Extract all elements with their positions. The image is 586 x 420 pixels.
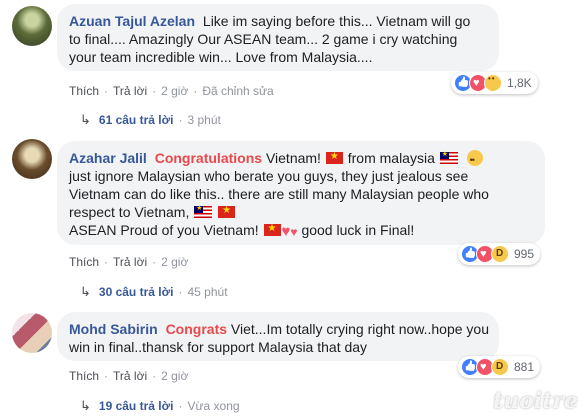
comment-text: Vietnam! — [265, 150, 321, 166]
comment-text: Viet...Im totally crying right now..hope… — [230, 321, 490, 337]
haha-icon — [491, 245, 509, 263]
comment-author[interactable]: Azuan Tajul Azelan — [69, 13, 195, 29]
reaction-summary[interactable]: 995 — [458, 243, 541, 265]
reaction-summary[interactable]: 881 — [458, 356, 541, 378]
comment-text: just ignore Malaysian who berate you guy… — [69, 168, 469, 184]
comment-text: win in final..thansk for support Malaysi… — [69, 339, 368, 355]
reply-time: Vừa xong — [187, 399, 240, 413]
highlighted-word: Congratulations — [154, 150, 263, 166]
reaction-count: 995 — [514, 247, 535, 261]
sad-icon — [484, 74, 502, 92]
reaction-summary[interactable]: 1,8K — [451, 72, 538, 94]
comment-text: Vietnam can do like this.. there are sti… — [69, 186, 489, 202]
vietnam-flag-icon — [218, 203, 236, 219]
vietnam-flag-icon — [325, 149, 343, 165]
vietnam-flag-icon — [263, 221, 281, 237]
reply-count[interactable]: 61 câu trả lời — [99, 113, 174, 127]
comment-actions: Thích · Trả lời · 2 giờ · Đã chỉnh sửa — [69, 84, 274, 98]
reply-link[interactable]: Trả lời — [113, 369, 147, 383]
hearts-icon: ♥ — [290, 225, 298, 239]
smile-icon — [466, 150, 483, 169]
edited-label[interactable]: Đã chỉnh sửa — [202, 84, 273, 98]
reply-link[interactable]: Trả lời — [113, 255, 147, 269]
reply-count[interactable]: 19 câu trả lời — [99, 399, 174, 413]
avatar[interactable] — [12, 6, 52, 46]
comment-time[interactable]: 2 giờ — [161, 84, 188, 98]
reply-link[interactable]: Trả lời — [113, 84, 147, 98]
highlighted-word: Congrats — [165, 321, 228, 337]
reply-arrow-icon: ↳ — [80, 398, 91, 413]
reaction-count: 1,8K — [507, 76, 532, 90]
reply-time: 45 phút — [187, 285, 228, 299]
haha-icon — [491, 358, 509, 376]
reply-count[interactable]: 30 câu trả lời — [99, 285, 174, 299]
comment-bubble: Mohd Sabirin Congrats Viet...Im totally … — [57, 312, 499, 361]
reply-arrow-icon: ↳ — [80, 112, 91, 127]
comment-text: from malaysia — [347, 150, 435, 166]
comment-author[interactable]: Azahar Jalil — [69, 150, 147, 166]
comment-author[interactable]: Mohd Sabirin — [69, 321, 158, 337]
view-replies[interactable]: ↳ 61 câu trả lời · 3 phút — [80, 112, 221, 128]
reply-arrow-icon: ↳ — [80, 284, 91, 299]
comment-bubble: Azuan Tajul Azelan Like im saying before… — [57, 4, 499, 71]
comment-actions: Thích · Trả lời · 2 giờ — [69, 255, 189, 269]
reply-time: 3 phút — [187, 113, 221, 127]
comment-text: ASEAN Proud of you Vietnam! — [69, 222, 259, 238]
comment-time[interactable]: 2 giờ — [161, 369, 188, 383]
malaysia-flag-icon — [439, 149, 458, 164]
comment-text: respect to Vietnam, — [69, 204, 190, 220]
avatar[interactable] — [12, 139, 52, 179]
comment-bubble: Azahar Jalil Congratulations Vietnam! fr… — [57, 141, 545, 245]
malaysia-flag-icon — [194, 203, 213, 218]
comment-text: good luck in Final! — [301, 222, 415, 238]
tuoitre-watermark: tuoitre — [493, 388, 578, 414]
comment-actions: Thích · Trả lời · 2 giờ — [69, 369, 189, 383]
view-replies[interactable]: ↳ 30 câu trả lời · 45 phút — [80, 284, 228, 300]
like-link[interactable]: Thích — [69, 84, 99, 98]
like-link[interactable]: Thích — [69, 369, 99, 383]
comment-time[interactable]: 2 giờ — [161, 255, 188, 269]
view-replies[interactable]: ↳ 19 câu trả lời · Vừa xong — [80, 398, 240, 414]
reaction-count: 881 — [514, 360, 535, 374]
avatar[interactable] — [12, 313, 52, 353]
like-link[interactable]: Thích — [69, 255, 99, 269]
